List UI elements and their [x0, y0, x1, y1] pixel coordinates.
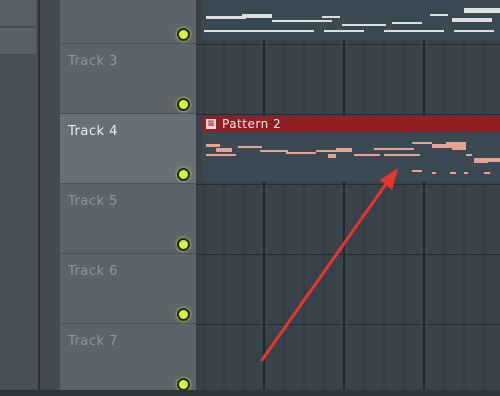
horizontal-scrollbar[interactable] [0, 390, 500, 396]
annotation-arrow [260, 168, 398, 362]
